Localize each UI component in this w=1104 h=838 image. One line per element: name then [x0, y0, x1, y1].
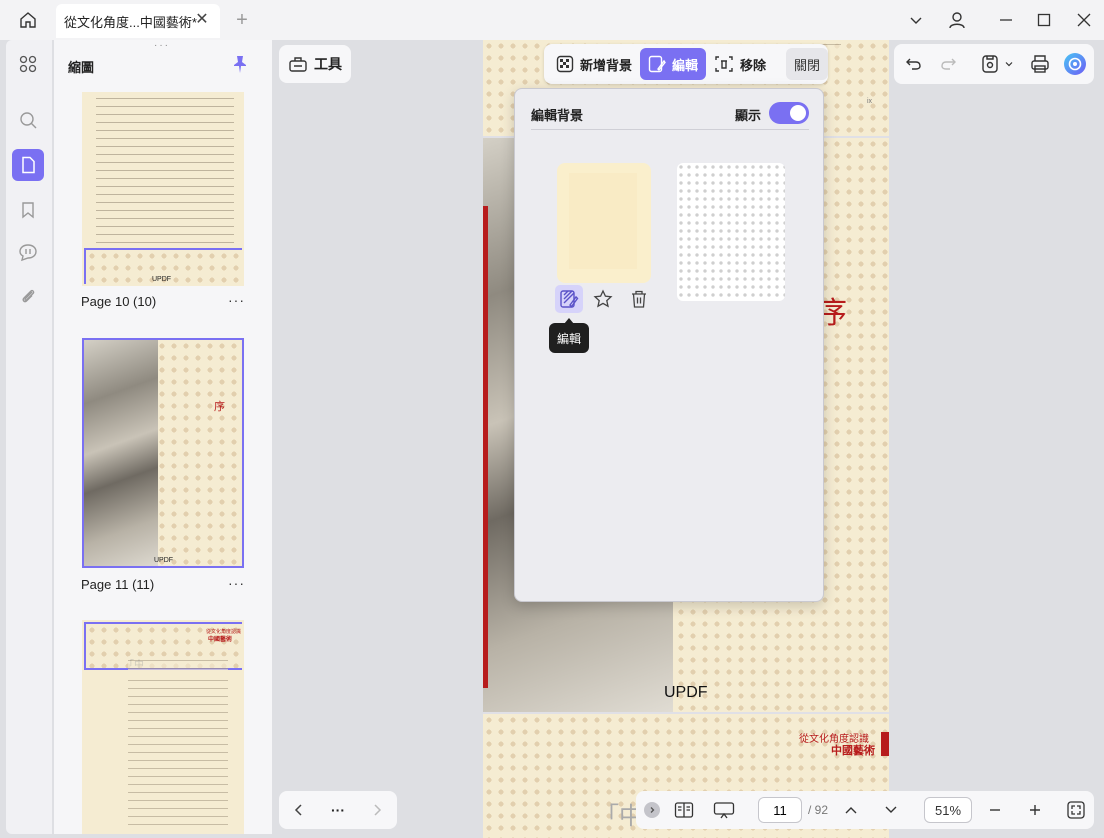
right-toolbar — [894, 44, 1094, 84]
document-tab-title: 從文化角度...中國藝術* — [64, 14, 197, 30]
page-footer: UPDF — [664, 684, 708, 701]
red-accent-bar — [483, 206, 488, 688]
minimize-icon[interactable] — [996, 10, 1016, 30]
next-page-icon[interactable] — [367, 800, 387, 820]
thumbnail-panel-title: 縮圖 — [68, 60, 95, 75]
thumbnail-page-11[interactable]: 序 UPDF — [82, 338, 244, 568]
red-accent-bar — [881, 732, 889, 756]
add-background-button[interactable]: 新增背景 — [548, 48, 640, 80]
thumbnail-footer: UPDF — [152, 276, 172, 283]
maximize-icon[interactable] — [1034, 10, 1054, 30]
redo-icon[interactable] — [936, 52, 960, 76]
edit-background-button[interactable]: 編輯 — [640, 48, 707, 80]
search-icon[interactable] — [12, 104, 44, 136]
close-background-button[interactable]: 關閉 — [786, 48, 828, 80]
more-options-icon[interactable]: ··· — [228, 292, 245, 308]
zoom-in-icon[interactable] — [1026, 799, 1044, 821]
panel-resize-grip[interactable]: ··· — [154, 40, 170, 51]
trash-icon[interactable] — [625, 285, 653, 313]
apps-grid-icon[interactable] — [12, 48, 44, 80]
home-icon[interactable] — [12, 6, 44, 34]
page-down-icon[interactable] — [882, 799, 900, 821]
previous-page-icon[interactable] — [289, 800, 309, 820]
zoom-level[interactable]: 51% — [924, 797, 972, 823]
total-pages: / 92 — [808, 803, 829, 817]
preset-preview — [569, 173, 637, 269]
popover-title: 編輯背景 — [531, 108, 584, 123]
thumbnail-label: Page 10 (10) — [81, 294, 157, 309]
remove-background-label: 移除 — [740, 57, 767, 73]
thumbnail-panel: ··· 縮圖 UPDF Page 10 (10) ··· 序 UPDF Page… — [54, 40, 272, 834]
thumbnails-icon[interactable] — [12, 149, 44, 181]
thumbnail-photo — [84, 340, 158, 566]
more-pages-button[interactable]: ··· — [328, 800, 348, 820]
show-toggle-label: 顯示 — [735, 108, 762, 123]
toolbox-icon — [288, 55, 308, 73]
left-rail — [6, 40, 52, 834]
text-block — [128, 656, 228, 670]
edit-pattern-icon — [648, 55, 666, 73]
more-options-icon[interactable]: ··· — [228, 575, 245, 591]
undo-icon[interactable] — [902, 52, 926, 76]
tools-button[interactable]: 工具 — [279, 45, 351, 83]
thumbnail-heading: 序 — [214, 401, 225, 413]
remove-icon — [714, 55, 734, 73]
edit-background-popover: 編輯背景 顯示 編輯 — [514, 88, 824, 602]
collapse-toggle-icon[interactable] — [644, 802, 660, 818]
page-number-roman: ix — [867, 98, 873, 105]
background-preset-card[interactable] — [557, 163, 651, 283]
bookmark-icon[interactable] — [12, 194, 44, 226]
tools-label: 工具 — [314, 56, 342, 72]
new-tab-icon[interactable]: + — [232, 10, 252, 30]
thumbnail-label: Page 11 (11) — [81, 577, 155, 592]
thumbnail-title: 中國藝術 — [208, 637, 233, 643]
presentation-icon[interactable] — [712, 799, 736, 821]
thumbnail-page-10[interactable]: UPDF — [82, 92, 244, 286]
show-background-toggle[interactable] — [769, 102, 809, 124]
next-page-title: 中國藝術 — [831, 745, 875, 757]
close-window-icon[interactable] — [1074, 10, 1094, 30]
edit-tooltip: 編輯 — [549, 323, 589, 353]
attachment-icon[interactable] — [12, 280, 44, 312]
comment-icon[interactable] — [12, 236, 44, 268]
toggle-knob — [790, 105, 806, 121]
document-tab[interactable]: 從文化角度...中國藝術* ✕ — [56, 4, 220, 38]
save-options-chevron-icon[interactable] — [1002, 52, 1016, 76]
reading-mode-icon[interactable] — [672, 799, 696, 821]
thumbnail-page-12[interactable]: 從文化角度認識 中國藝術 「中 — [82, 620, 244, 834]
background-preset-card-dots[interactable] — [677, 163, 785, 301]
page-navigation-bar: ··· — [279, 791, 397, 829]
edit-preset-button[interactable] — [555, 285, 583, 313]
print-icon[interactable] — [1028, 52, 1052, 76]
close-tab-icon[interactable]: ✕ — [194, 12, 210, 28]
edit-background-label: 編輯 — [672, 57, 699, 73]
save-icon[interactable] — [978, 52, 1002, 76]
pin-icon[interactable] — [230, 54, 252, 76]
ai-assistant-icon[interactable] — [1062, 51, 1088, 77]
page-up-icon[interactable] — [842, 799, 860, 821]
remove-background-button[interactable]: 移除 — [706, 48, 774, 80]
text-block — [128, 676, 228, 826]
checker-icon — [556, 55, 574, 73]
page-control-bar: / 92 51% — [636, 791, 1094, 829]
divider — [531, 129, 809, 130]
add-background-label: 新增背景 — [580, 57, 633, 73]
page-number-input[interactable] — [758, 797, 802, 823]
background-toolbar: 新增背景 編輯 移除 關閉 — [544, 44, 828, 84]
text-block — [96, 94, 234, 244]
zoom-out-icon[interactable] — [986, 799, 1004, 821]
fit-page-icon[interactable] — [1064, 799, 1088, 821]
thumbnail-footer: UPDF — [154, 557, 174, 564]
star-icon[interactable] — [589, 285, 617, 313]
account-icon[interactable] — [946, 9, 968, 31]
chevron-down-icon[interactable] — [906, 10, 926, 30]
